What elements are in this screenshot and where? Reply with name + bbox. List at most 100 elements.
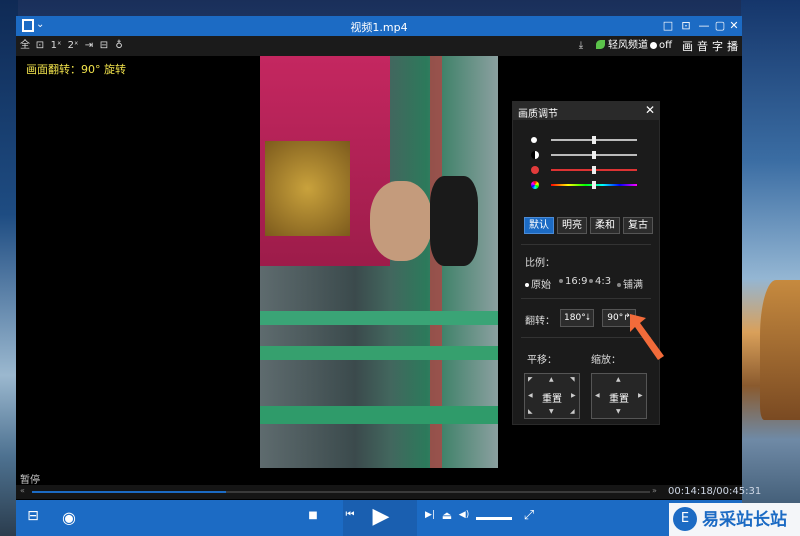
pan-up-left-icon[interactable]: ◤ bbox=[528, 376, 533, 383]
ratio-original-label: 原始 bbox=[531, 280, 551, 291]
panel-close-button[interactable]: ✕ bbox=[645, 103, 655, 117]
prev-icon[interactable]: ⏮ bbox=[343, 509, 357, 520]
slider-knob[interactable] bbox=[592, 166, 596, 174]
seek-bar[interactable]: « » 00:14:18/00:45:31 bbox=[16, 485, 761, 499]
brightness-slider[interactable] bbox=[531, 135, 639, 145]
tab-picture[interactable]: 画 bbox=[682, 38, 693, 54]
volume-icon[interactable]: ◀) bbox=[456, 510, 472, 520]
tab-audio[interactable]: 音 bbox=[697, 38, 708, 54]
radio-dot bbox=[589, 279, 593, 283]
next-icon[interactable]: ▶| bbox=[423, 510, 437, 520]
flip-180-button[interactable]: 180°⭣ bbox=[560, 309, 594, 327]
ratio-fill-option[interactable]: 铺满 bbox=[617, 276, 643, 291]
slider-track bbox=[551, 166, 637, 174]
chat-icon[interactable]: □ bbox=[660, 18, 676, 34]
slider-track bbox=[551, 181, 637, 189]
fullscreen-icon[interactable]: ⤢ bbox=[521, 508, 537, 523]
play-center-area: ⏮ ▶ bbox=[343, 500, 417, 536]
channel-toggle[interactable]: 轻风频道 off bbox=[596, 37, 678, 55]
saturation-slider[interactable] bbox=[531, 165, 639, 175]
video-plank bbox=[260, 406, 498, 424]
play-icon[interactable]: ▶ bbox=[369, 504, 393, 529]
pointer-arrow-icon bbox=[630, 314, 664, 360]
zoom-out-vertical-icon[interactable]: ▼ bbox=[616, 408, 621, 415]
flip-label: 翻转： bbox=[525, 316, 555, 327]
zoom-reset-button[interactable]: 重置 bbox=[592, 390, 646, 405]
hue-slider[interactable] bbox=[531, 180, 639, 190]
pan-pad: ◤ ▲ ◥ ◀ ▶ ◣ ▼ ◢ 重置 bbox=[524, 373, 580, 419]
video-figure-hat bbox=[430, 176, 478, 266]
preset-default-button[interactable]: 默认 bbox=[524, 217, 554, 234]
osd-message: 画面翻转：90° 旋转 bbox=[26, 63, 126, 76]
pan-down-icon[interactable]: ▼ bbox=[549, 408, 554, 415]
preset-bright-button[interactable]: 明亮 bbox=[557, 217, 587, 234]
slider-knob[interactable] bbox=[592, 136, 596, 144]
fullscreen-button[interactable]: 全 bbox=[18, 38, 32, 54]
zoom-in-vertical-icon[interactable]: ▲ bbox=[616, 376, 621, 383]
saturation-icon bbox=[531, 166, 539, 174]
tab-playback[interactable]: 播 bbox=[727, 38, 738, 54]
video-figure-face bbox=[370, 181, 432, 261]
radio-dot bbox=[617, 283, 621, 287]
size-2x-button[interactable]: 2ˣ bbox=[65, 38, 81, 54]
stop-icon[interactable]: ■ bbox=[306, 510, 320, 526]
channel-label: 轻风频道 bbox=[608, 40, 648, 51]
title-bar: ⌄ 视频1.mp4 □ ⊡ — ▢ ✕ bbox=[16, 16, 742, 36]
pan-up-icon[interactable]: ▲ bbox=[549, 376, 554, 383]
minimize-button[interactable]: — bbox=[696, 18, 712, 34]
divider bbox=[521, 298, 651, 299]
video-frame[interactable] bbox=[260, 56, 498, 468]
window-title: 视频1.mp4 bbox=[350, 21, 408, 34]
ratio-16-9-option[interactable]: 16:9 bbox=[559, 276, 587, 287]
watermark-logo-icon: E bbox=[673, 507, 697, 531]
slider-knob[interactable] bbox=[592, 151, 596, 159]
preset-retro-button[interactable]: 复古 bbox=[623, 217, 653, 234]
leaf-icon bbox=[596, 40, 605, 49]
mini-mode-button[interactable]: ⊡ bbox=[33, 38, 47, 54]
toggle-dot bbox=[650, 42, 657, 49]
hue-icon bbox=[531, 181, 539, 189]
status-text: 暂停 bbox=[20, 475, 40, 486]
contrast-slider[interactable] bbox=[531, 150, 639, 160]
channel-state: off bbox=[659, 40, 673, 51]
eye-icon[interactable]: ◉ bbox=[56, 508, 82, 527]
tab-subtitle[interactable]: 字 bbox=[712, 38, 723, 54]
flip-down-icon: ⭣ bbox=[585, 313, 590, 323]
video-player-window: ⌄ 视频1.mp4 □ ⊡ — ▢ ✕ 全 ⊡ 1ˣ 2ˣ ⇥ ⊟ ♁ ⤓ 轻风… bbox=[16, 16, 761, 536]
ratio-4-3-label: 4:3 bbox=[595, 276, 612, 287]
download-icon[interactable]: ⤓ bbox=[574, 38, 588, 54]
volume-slider[interactable] bbox=[476, 517, 512, 520]
pan-down-left-icon[interactable]: ◣ bbox=[528, 408, 533, 415]
pan-down-right-icon[interactable]: ◢ bbox=[570, 408, 575, 415]
seek-forward-icon[interactable]: » bbox=[652, 486, 657, 495]
ratio-4-3-option[interactable]: 4:3 bbox=[589, 276, 611, 287]
flip-180-label: 180° bbox=[564, 313, 586, 323]
ratio-fill-label: 铺满 bbox=[623, 280, 643, 291]
pin-icon[interactable]: ⇥ bbox=[82, 38, 96, 54]
video-figure-emblem bbox=[265, 141, 350, 236]
pan-reset-button[interactable]: 重置 bbox=[525, 390, 579, 405]
bulb-icon[interactable]: ♁ bbox=[112, 38, 126, 54]
ratio-label: 比例： bbox=[525, 258, 555, 269]
slider-track bbox=[551, 136, 637, 144]
divider bbox=[521, 244, 651, 245]
skin-icon[interactable]: ⊡ bbox=[678, 18, 694, 34]
toolbar: 全 ⊡ 1ˣ 2ˣ ⇥ ⊟ ♁ ⤓ 轻风频道 off 画 音 字 播 bbox=[16, 36, 742, 56]
rotate-90-label: 90° bbox=[607, 313, 624, 323]
seek-back-icon[interactable]: « bbox=[20, 486, 25, 495]
radio-dot bbox=[525, 283, 529, 287]
pan-up-right-icon[interactable]: ◥ bbox=[570, 376, 575, 383]
seek-track[interactable] bbox=[32, 491, 650, 493]
zoom-pad: ▲ ◀ ▶ ▼ 重置 bbox=[591, 373, 647, 419]
playlist-icon[interactable]: ⊟ bbox=[24, 508, 42, 526]
ratio-original-option[interactable]: 原始 bbox=[525, 276, 551, 291]
seek-progress bbox=[32, 491, 227, 493]
close-button[interactable]: ✕ bbox=[726, 18, 742, 34]
size-1x-button[interactable]: 1ˣ bbox=[48, 38, 64, 54]
eject-icon[interactable]: ⏏ bbox=[440, 509, 454, 522]
list-icon[interactable]: ⊟ bbox=[97, 38, 111, 54]
preset-soft-button[interactable]: 柔和 bbox=[590, 217, 620, 234]
desktop-background-right bbox=[741, 0, 800, 536]
slider-knob[interactable] bbox=[592, 181, 596, 189]
pan-label: 平移： bbox=[527, 355, 557, 366]
